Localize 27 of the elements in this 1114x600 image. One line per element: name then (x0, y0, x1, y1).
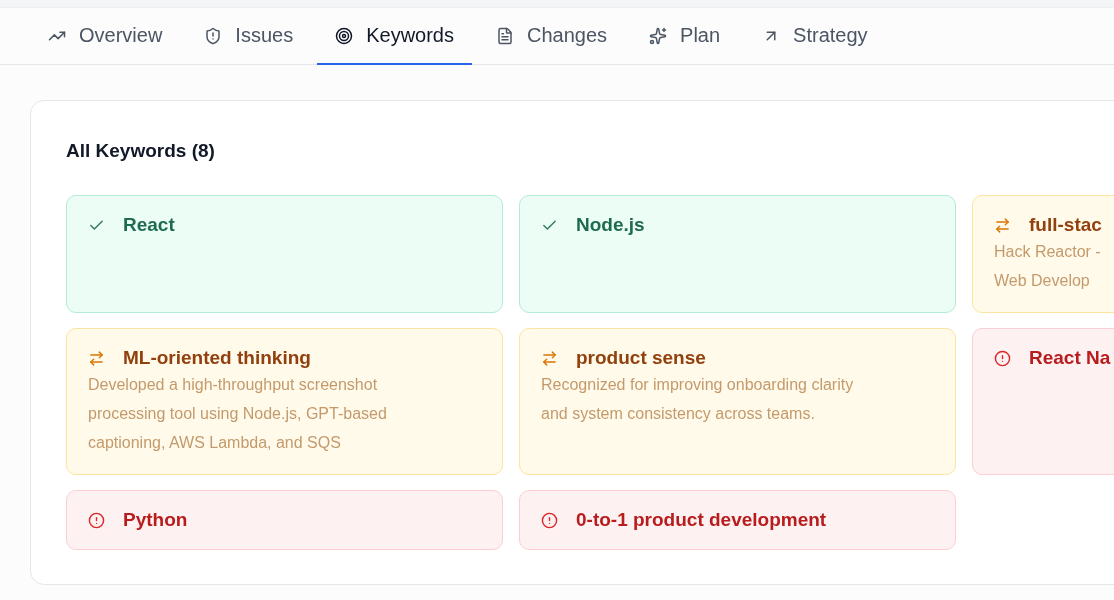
swap-arrows-icon (541, 349, 558, 367)
sparkles-icon (649, 26, 668, 45)
keyword-description: Recognized for improving onboarding clarity and system consistency across teams. (541, 375, 854, 424)
keyword-label: product sense (576, 346, 706, 370)
keyword-label: Python (123, 508, 188, 532)
document-icon (496, 26, 514, 45)
swap-arrows-icon (994, 216, 1011, 234)
nav-tab[interactable]: Plan (631, 8, 739, 65)
keyword-label: 0-to-1 product development (576, 508, 827, 532)
keyword-label: React (123, 213, 175, 237)
alert-circle-icon (88, 511, 105, 529)
keyword-description: Hack Reactor - Web Develop (994, 242, 1101, 291)
section-heading: All Keywords (8) (66, 139, 215, 163)
nav-tab[interactable]: Overview (30, 8, 181, 65)
shield-alert-icon (204, 26, 223, 45)
keyword-label: ML-oriented thinking (123, 346, 311, 370)
keyword-label: React Na (1029, 346, 1111, 370)
nav-tab[interactable]: Issues (186, 8, 312, 65)
keyword-description: Developed a high-throughput screenshot processing tool using Node.js, GPT-based captioning, AWS Lambda, and SQS (88, 375, 387, 453)
alert-circle-icon (994, 349, 1011, 367)
keyword-label: Node.js (576, 213, 645, 237)
keyword-label: full-stac (1029, 213, 1102, 237)
target-icon (335, 26, 354, 45)
alert-circle-icon (541, 511, 558, 529)
nav-tab[interactable]: Changes (478, 8, 626, 65)
swap-arrows-icon (88, 349, 105, 367)
nav-tab[interactable]: Strategy (744, 8, 886, 65)
